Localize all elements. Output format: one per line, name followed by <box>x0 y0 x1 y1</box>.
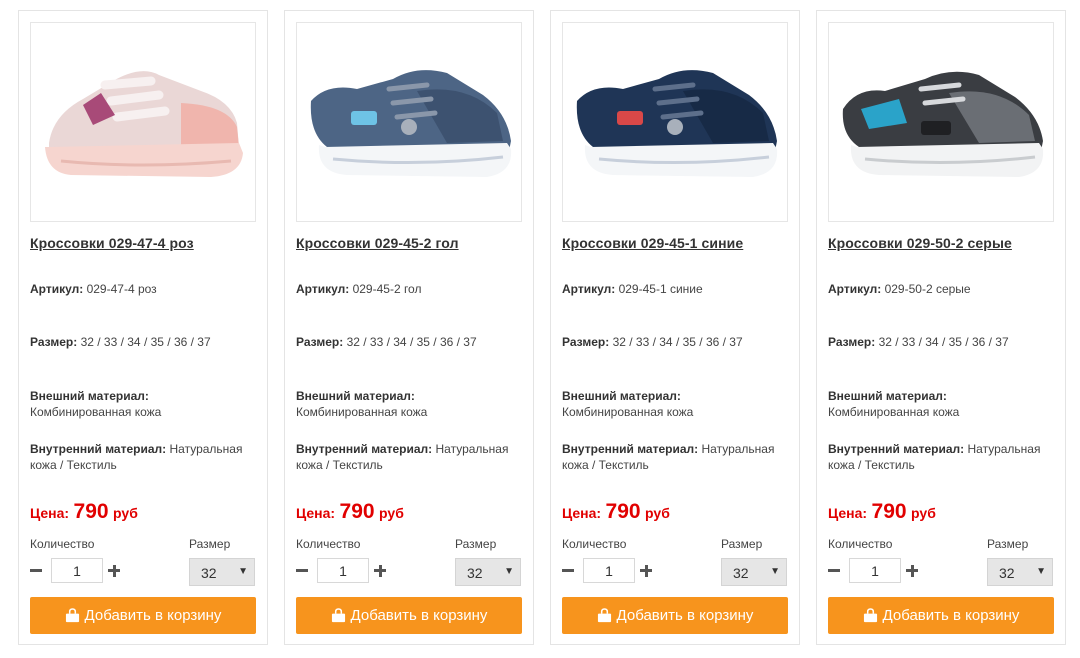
article-value: 029-47-4 роз <box>86 282 157 296</box>
add-to-cart-button[interactable]: Добавить в корзину <box>296 597 522 634</box>
article-row: Артикул: 029-50-2 серые <box>828 282 971 296</box>
caret-down-icon: ▼ <box>770 566 780 577</box>
article-row: Артикул: 029-45-2 гол <box>296 282 422 296</box>
outer-material-value: Комбинированная кожа <box>296 405 428 419</box>
caret-down-icon: ▼ <box>1036 566 1046 577</box>
product-title[interactable]: Кроссовки 029-47-4 роз <box>30 235 260 251</box>
shopping-bag-icon <box>597 608 611 623</box>
quantity-label: Количество <box>828 537 893 551</box>
sizes-row: Размер: 32 / 33 / 34 / 35 / 36 / 37 <box>296 335 477 349</box>
outer-material-row: Внешний материал: Комбинированная кожа <box>828 389 960 419</box>
add-to-cart-button[interactable]: Добавить в корзину <box>562 597 788 634</box>
inner-material-row: Внутренний материал: Натуральная кожа / … <box>296 442 509 472</box>
product-card: Кроссовки 029-47-4 роз Артикул: 029-47-4… <box>18 10 268 645</box>
shopping-bag-icon <box>331 608 345 623</box>
price-amount: 790 <box>339 500 375 523</box>
price: Цена: 790 руб <box>828 500 936 523</box>
outer-material-value: Комбинированная кожа <box>30 405 162 419</box>
product-title[interactable]: Кроссовки 029-50-2 серые <box>828 235 1058 251</box>
outer-material-value: Комбинированная кожа <box>562 405 694 419</box>
sizes-value: 32 / 33 / 34 / 35 / 36 / 37 <box>80 335 211 349</box>
product-title[interactable]: Кроссовки 029-45-1 синие <box>562 235 792 251</box>
quantity-label: Количество <box>296 537 361 551</box>
sizes-row: Размер: 32 / 33 / 34 / 35 / 36 / 37 <box>828 335 1009 349</box>
article-value: 029-45-2 гол <box>352 282 422 296</box>
product-image[interactable] <box>30 22 256 222</box>
article-value: 029-45-1 синие <box>618 282 703 296</box>
product-image[interactable] <box>562 22 788 222</box>
inner-material-row: Внутренний материал: Натуральная кожа / … <box>30 442 243 472</box>
price-amount: 790 <box>605 500 641 523</box>
minus-icon[interactable] <box>296 560 310 582</box>
article-value: 029-50-2 серые <box>884 282 971 296</box>
add-to-cart-button[interactable]: Добавить в корзину <box>30 597 256 634</box>
outer-material-row: Внешний материал: Комбинированная кожа <box>30 389 162 419</box>
sizes-row: Размер: 32 / 33 / 34 / 35 / 36 / 37 <box>562 335 743 349</box>
minus-icon[interactable] <box>562 560 576 582</box>
product-card: Кроссовки 029-45-1 синие Артикул: 029-45… <box>550 10 800 645</box>
size-select[interactable]: 32 ▼ <box>721 558 787 586</box>
caret-down-icon: ▼ <box>238 566 248 577</box>
quantity-input[interactable] <box>51 558 103 583</box>
outer-material-row: Внешний материал: Комбинированная кожа <box>296 389 428 419</box>
sizes-value: 32 / 33 / 34 / 35 / 36 / 37 <box>346 335 477 349</box>
shopping-bag-icon <box>65 608 79 623</box>
outer-material-value: Комбинированная кожа <box>828 405 960 419</box>
quantity-input[interactable] <box>583 558 635 583</box>
price: Цена: 790 руб <box>562 500 670 523</box>
caret-down-icon: ▼ <box>504 566 514 577</box>
article-row: Артикул: 029-45-1 синие <box>562 282 703 296</box>
size-select-label: Размер <box>987 537 1029 551</box>
inner-material-row: Внутренний материал: Натуральная кожа / … <box>562 442 775 472</box>
sneaker-pink-image <box>45 71 243 177</box>
product-image[interactable] <box>296 22 522 222</box>
price: Цена: 790 руб <box>296 500 404 523</box>
quantity-label: Количество <box>30 537 95 551</box>
shopping-bag-icon <box>863 608 877 623</box>
product-title[interactable]: Кроссовки 029-45-2 гол <box>296 235 526 251</box>
price: Цена: 790 руб <box>30 500 138 523</box>
plus-icon[interactable] <box>640 560 654 582</box>
sizes-row: Размер: 32 / 33 / 34 / 35 / 36 / 37 <box>30 335 211 349</box>
sizes-value: 32 / 33 / 34 / 35 / 36 / 37 <box>612 335 743 349</box>
quantity-input[interactable] <box>317 558 369 583</box>
product-card: Кроссовки 029-50-2 серые Артикул: 029-50… <box>816 10 1066 645</box>
size-select-label: Размер <box>721 537 763 551</box>
size-select-label: Размер <box>189 537 231 551</box>
size-select[interactable]: 32 ▼ <box>987 558 1053 586</box>
article-row: Артикул: 029-47-4 роз <box>30 282 157 296</box>
sneaker-navy-image <box>576 70 778 177</box>
size-select-label: Размер <box>455 537 497 551</box>
sneaker-grey-image <box>842 71 1044 177</box>
product-image[interactable] <box>828 22 1054 222</box>
quantity-input[interactable] <box>849 558 901 583</box>
plus-icon[interactable] <box>374 560 388 582</box>
outer-material-row: Внешний материал: Комбинированная кожа <box>562 389 694 419</box>
sneaker-steel-blue-image <box>310 70 512 177</box>
size-select[interactable]: 32 ▼ <box>189 558 255 586</box>
inner-material-row: Внутренний материал: Натуральная кожа / … <box>828 442 1041 472</box>
add-to-cart-button[interactable]: Добавить в корзину <box>828 597 1054 634</box>
plus-icon[interactable] <box>108 560 122 582</box>
price-amount: 790 <box>871 500 907 523</box>
size-select[interactable]: 32 ▼ <box>455 558 521 586</box>
minus-icon[interactable] <box>828 560 842 582</box>
quantity-label: Количество <box>562 537 627 551</box>
sizes-value: 32 / 33 / 34 / 35 / 36 / 37 <box>878 335 1009 349</box>
product-card: Кроссовки 029-45-2 гол Артикул: 029-45-2… <box>284 10 534 645</box>
plus-icon[interactable] <box>906 560 920 582</box>
price-amount: 790 <box>73 500 109 523</box>
minus-icon[interactable] <box>30 560 44 582</box>
